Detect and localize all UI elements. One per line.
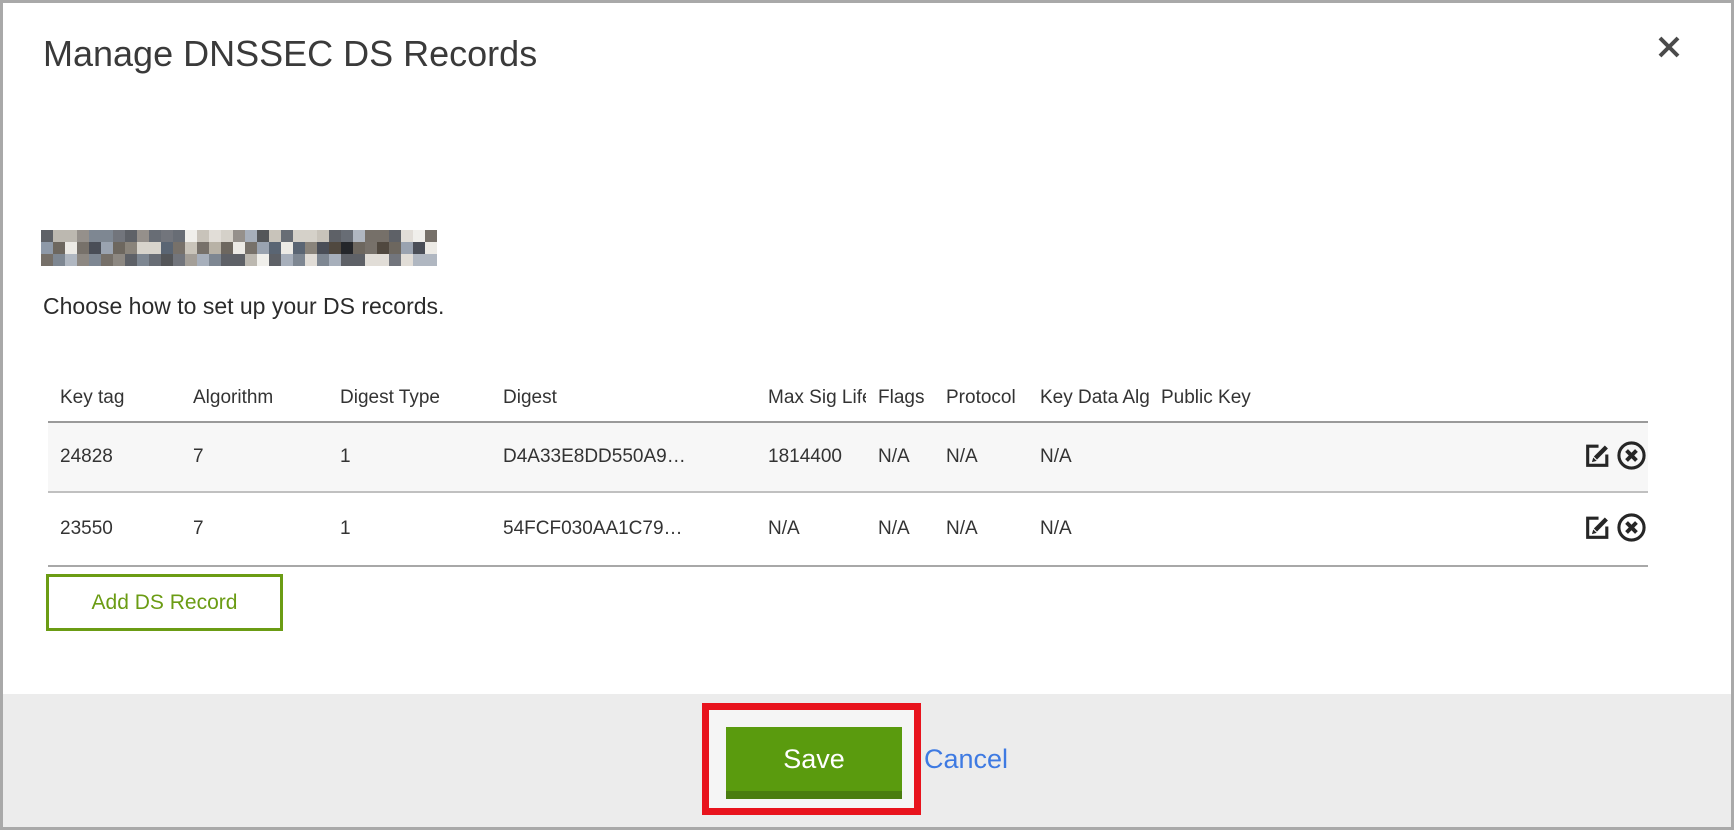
col-public-key: Public Key (1149, 375, 1548, 422)
cell-algorithm: 7 (181, 492, 328, 566)
col-flags: Flags (866, 375, 934, 422)
col-digest-type: Digest Type (328, 375, 491, 422)
ds-records-table: Key tag Algorithm Digest Type Digest Max… (48, 375, 1648, 567)
cell-protocol: N/A (934, 492, 1028, 566)
cell-max-sig-life: 1814400 (756, 422, 866, 492)
cell-max-sig-life: N/A (756, 492, 866, 566)
col-actions (1548, 375, 1648, 422)
cell-algorithm: 7 (181, 422, 328, 492)
cell-flags: N/A (866, 422, 934, 492)
cell-protocol: N/A (934, 422, 1028, 492)
footer-bar: Save Cancel (3, 694, 1731, 827)
delete-icon (1615, 511, 1648, 544)
cell-key-tag: 23550 (48, 492, 181, 566)
setup-instruction: Choose how to set up your DS records. (43, 293, 444, 320)
col-key-data-alg: Key Data Alg (1028, 375, 1149, 422)
manage-dnssec-modal: Manage DNSSEC DS Records Choose how to s… (0, 0, 1734, 830)
delete-record-button[interactable] (1615, 511, 1648, 547)
cell-digest-type: 1 (328, 492, 491, 566)
edit-icon (1582, 440, 1613, 471)
col-key-tag: Key tag (48, 375, 181, 422)
col-protocol: Protocol (934, 375, 1028, 422)
table-header-row: Key tag Algorithm Digest Type Digest Max… (48, 375, 1648, 422)
edit-record-button[interactable] (1582, 440, 1613, 474)
cell-digest-type: 1 (328, 422, 491, 492)
edit-icon (1582, 512, 1613, 543)
delete-record-button[interactable] (1615, 439, 1648, 475)
cell-digest: 54FCF030AA1C79… (491, 492, 756, 566)
table-row: 23550 7 1 54FCF030AA1C79… N/A N/A N/A N/… (48, 492, 1648, 566)
save-button[interactable]: Save (726, 727, 902, 799)
close-button[interactable] (1651, 29, 1687, 65)
cell-actions (1548, 492, 1648, 566)
col-algorithm: Algorithm (181, 375, 328, 422)
table-row: 24828 7 1 D4A33E8DD550A9… 1814400 N/A N/… (48, 422, 1648, 492)
edit-record-button[interactable] (1582, 512, 1613, 546)
redacted-domain-name (41, 230, 437, 266)
cell-public-key (1149, 492, 1548, 566)
col-digest: Digest (491, 375, 756, 422)
delete-icon (1615, 439, 1648, 472)
cell-key-data-alg: N/A (1028, 492, 1149, 566)
cell-key-data-alg: N/A (1028, 422, 1149, 492)
cancel-link[interactable]: Cancel (924, 727, 1008, 791)
cell-key-tag: 24828 (48, 422, 181, 492)
add-ds-record-button[interactable]: Add DS Record (46, 574, 283, 631)
cell-flags: N/A (866, 492, 934, 566)
cell-actions (1548, 422, 1648, 492)
modal-title: Manage DNSSEC DS Records (43, 33, 537, 75)
close-icon (1651, 29, 1687, 65)
col-max-sig-life: Max Sig Life (756, 375, 866, 422)
cell-public-key (1149, 422, 1548, 492)
cell-digest: D4A33E8DD550A9… (491, 422, 756, 492)
